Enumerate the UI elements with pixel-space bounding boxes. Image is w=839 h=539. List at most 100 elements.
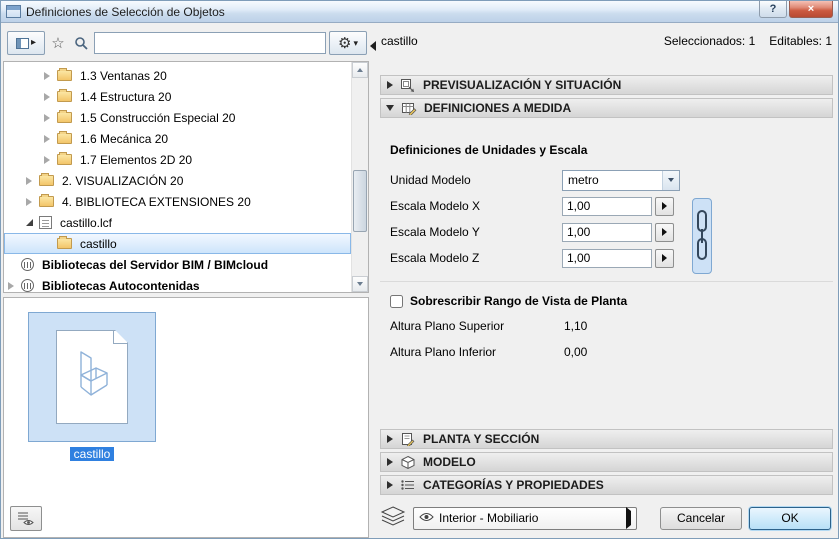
preview-label[interactable]: castillo — [69, 447, 115, 461]
tree-item[interactable]: 1.7 Elementos 2D 20 — [4, 149, 351, 170]
help-button[interactable]: ? — [759, 1, 787, 18]
tree-item[interactable]: 1.3 Ventanas 20 — [4, 65, 351, 86]
tree-rows: 1.3 Ventanas 20 1.4 Estructura 20 1.5 Co… — [4, 65, 351, 292]
section-label: DEFINICIONES A MEDIDA — [424, 101, 572, 115]
link-xyz-control[interactable] — [692, 198, 712, 274]
layer-select[interactable]: Interior - Mobiliario — [413, 506, 637, 530]
tree-item[interactable]: Bibliotecas del Servidor BIM / BIMcloud — [4, 254, 351, 275]
scale-y-picker-button[interactable] — [655, 222, 674, 242]
section-label: CATEGORÍAS Y PROPIEDADES — [423, 478, 604, 492]
layer-value: Interior - Mobiliario — [439, 511, 539, 525]
lower-plane-row: Altura Plano Inferior 0,00 — [390, 339, 823, 365]
expander-collapsed-icon[interactable] — [44, 113, 57, 122]
tree-item[interactable]: 2. VISUALIZACIÓN 20 — [4, 170, 351, 191]
unit-value: metro — [568, 173, 599, 187]
settings-gear-button[interactable]: ⚙ ▾ — [329, 31, 367, 55]
expander-collapsed-icon[interactable] — [44, 134, 57, 143]
scroll-down-button[interactable] — [352, 276, 368, 292]
section-preview-situation[interactable]: PREVISUALIZACIÓN Y SITUACIÓN — [380, 75, 833, 95]
embedded-library-icon — [21, 279, 34, 292]
tree-view-icon — [15, 37, 29, 49]
scrollbar-thumb[interactable] — [353, 170, 367, 232]
expander-expanded-icon[interactable] — [26, 219, 39, 226]
scale-x-picker-button[interactable] — [655, 196, 674, 216]
expander-collapsed-icon[interactable] — [44, 92, 57, 101]
tree-scrollbar[interactable] — [351, 62, 368, 292]
ok-button[interactable]: OK — [749, 506, 831, 530]
folder-icon — [57, 110, 72, 123]
expander-collapsed-icon[interactable] — [8, 281, 21, 290]
tree-item-label: 4. BIBLIOTECA EXTENSIONES 20 — [62, 194, 251, 209]
folder-icon — [57, 89, 72, 102]
search-icon[interactable] — [71, 36, 91, 51]
tree-item[interactable]: 1.6 Mecánica 20 — [4, 128, 351, 149]
override-label: Sobrescribir Rango de Vista de Planta — [410, 294, 628, 308]
section-plan-section[interactable]: PLANTA Y SECCIÓN — [380, 429, 833, 449]
window-icon — [6, 5, 21, 18]
lower-plane-label: Altura Plano Inferior — [390, 345, 497, 359]
cancel-button[interactable]: Cancelar — [660, 506, 742, 530]
custom-settings-icon — [400, 101, 418, 115]
expander-collapsed-icon[interactable] — [26, 176, 39, 185]
titlebar[interactable]: Definiciones de Selección de Objetos ? × — [1, 1, 838, 23]
scale-x-input[interactable] — [562, 196, 652, 216]
library-toolbar: ▸ ☆ ⚙ ▾ — [7, 30, 367, 56]
caret-right-icon: ▸ — [30, 37, 37, 48]
expander-collapsed-icon[interactable] — [44, 155, 57, 164]
unit-select[interactable]: metro — [562, 169, 680, 191]
section-categories-properties[interactable]: CATEGORÍAS Y PROPIEDADES — [380, 475, 833, 495]
dropdown-arrow-icon — [662, 170, 679, 190]
scale-y-input[interactable] — [562, 222, 652, 242]
scale-z-picker-button[interactable] — [655, 248, 674, 268]
layers-icon[interactable] — [380, 506, 406, 530]
tree-item[interactable]: 4. BIBLIOTECA EXTENSIONES 20 — [4, 191, 351, 212]
section-label: PREVISUALIZACIÓN Y SITUACIÓN — [423, 78, 622, 92]
tree-item-label: 1.6 Mecánica 20 — [80, 131, 169, 146]
picker-arrow-icon — [662, 228, 667, 236]
search-input[interactable] — [94, 32, 326, 54]
scale-z-input[interactable] — [562, 248, 652, 268]
upper-plane-value: 1,10 — [564, 319, 588, 333]
scale-z-row: Escala Modelo Z — [390, 245, 823, 271]
close-button[interactable]: × — [789, 1, 833, 18]
tree-item[interactable]: 1.5 Construcción Especial 20 — [4, 107, 351, 128]
tree-item-label: 1.5 Construcción Especial 20 — [80, 110, 236, 125]
tree-item[interactable]: castillo.lcf — [4, 212, 351, 233]
preview-caption: castillo — [28, 447, 156, 461]
upper-plane-label: Altura Plano Superior — [390, 319, 505, 333]
disclosure-collapsed-icon — [387, 458, 393, 466]
favorites-star-icon[interactable]: ☆ — [48, 36, 68, 51]
override-plan-range-checkbox[interactable] — [390, 294, 403, 308]
tree-item[interactable]: 1.4 Estructura 20 — [4, 86, 351, 107]
expander-collapsed-icon[interactable] — [26, 197, 39, 206]
folder-icon — [39, 173, 54, 186]
lower-plane-value: 0,00 — [564, 345, 588, 359]
tree-item-label: 1.7 Elementos 2D 20 — [80, 152, 193, 167]
section-custom-settings[interactable]: DEFINICIONES A MEDIDA — [380, 98, 833, 118]
folder-icon — [57, 131, 72, 144]
expander-collapsed-icon[interactable] — [44, 71, 57, 80]
upper-plane-row: Altura Plano Superior 1,10 — [390, 313, 823, 339]
chain-link-icon — [697, 210, 707, 260]
units-scale-group-title: Definiciones de Unidades y Escala — [390, 143, 588, 157]
unit-row: Unidad Modelo metro — [390, 167, 823, 193]
library-view-button[interactable]: ▸ — [7, 31, 45, 55]
editable-count: Editables: 1 — [769, 34, 832, 48]
preview-thumbnail[interactable] — [28, 312, 156, 442]
gear-icon: ⚙ — [338, 34, 352, 52]
bim-server-icon — [21, 258, 34, 271]
tree-item-label: 2. VISUALIZACIÓN 20 — [62, 173, 184, 188]
lcf-archive-icon — [39, 216, 52, 229]
scale-x-row: Escala Modelo X — [390, 193, 823, 219]
panel-collapse-arrow[interactable] — [370, 41, 376, 51]
section-model[interactable]: MODELO — [380, 452, 833, 472]
selected-object-title: castillo — [381, 34, 418, 48]
tree-item[interactable]: Bibliotecas Autocontenidas — [4, 275, 351, 292]
settings-header: castillo Seleccionados: 1 Editables: 1 — [381, 34, 832, 48]
categories-list-icon — [399, 478, 417, 492]
scroll-up-button[interactable] — [352, 62, 368, 78]
display-options-button[interactable] — [10, 506, 42, 531]
selection-status: Seleccionados: 1 Editables: 1 — [664, 34, 832, 48]
caption-buttons: ? × — [759, 1, 833, 18]
tree-item-selected[interactable]: castillo — [4, 233, 351, 254]
